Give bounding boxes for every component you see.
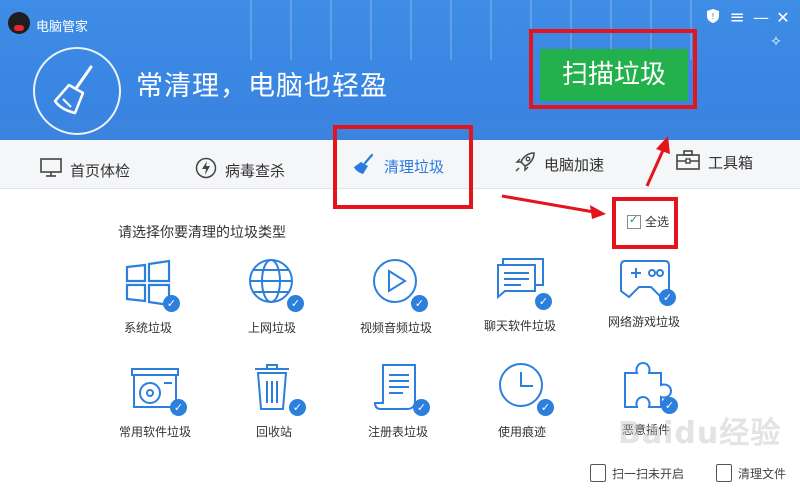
app-window: 电脑管家 ! ≡ — ✕ ✧ 常清理，电脑也轻盈 扫描垃圾 首页体检 病毒查杀 … (0, 0, 800, 501)
annotation-arrows (501, 136, 670, 219)
